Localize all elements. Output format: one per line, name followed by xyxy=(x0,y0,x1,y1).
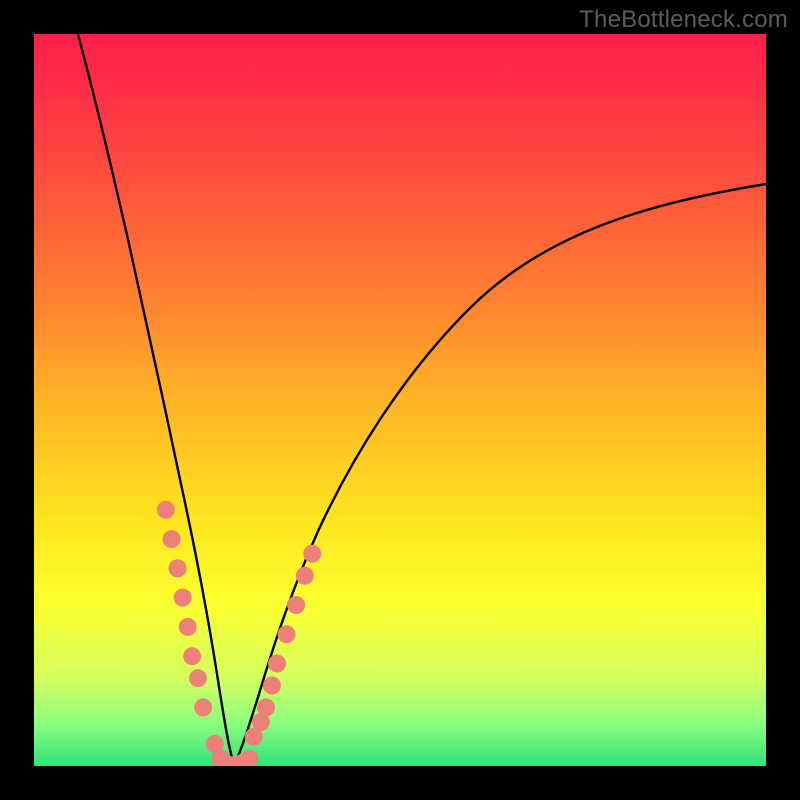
watermark-text: TheBottleneck.com xyxy=(579,6,788,34)
marker-dots xyxy=(157,501,321,766)
chart-svg xyxy=(34,34,766,766)
curve-left xyxy=(78,34,234,765)
chart-frame: TheBottleneck.com xyxy=(0,0,800,800)
plot-area xyxy=(34,34,766,766)
curve-right xyxy=(234,184,766,765)
curve-lines xyxy=(78,34,766,765)
